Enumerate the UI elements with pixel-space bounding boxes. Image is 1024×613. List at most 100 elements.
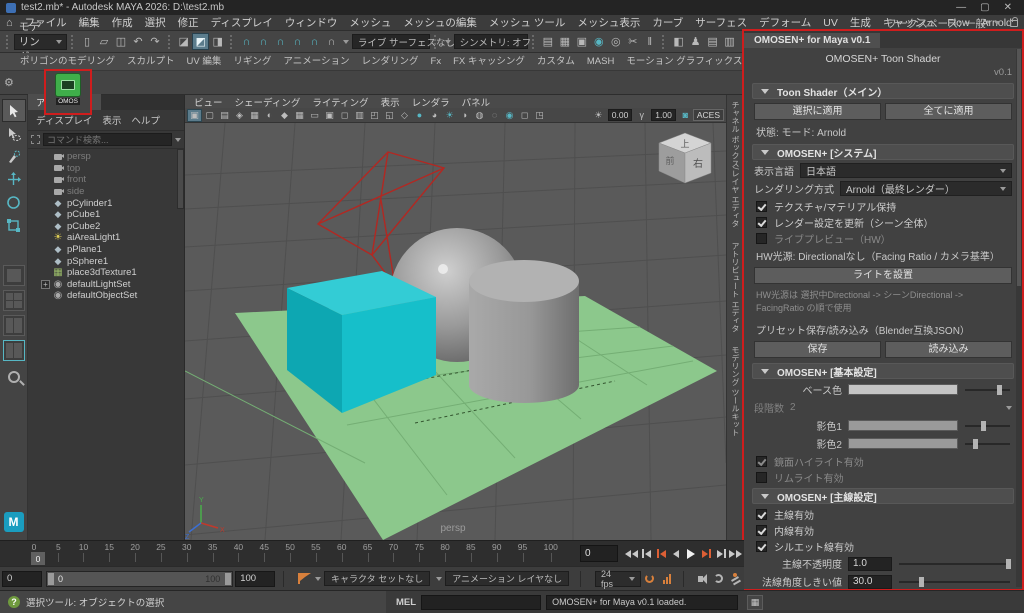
menu-item[interactable]: カーブ	[646, 14, 689, 31]
section-grip[interactable]	[230, 35, 234, 49]
scale-tool[interactable]	[2, 214, 26, 237]
specular-checkbox-row[interactable]: 鏡面ハイライト有効	[756, 455, 1010, 467]
grid-icon[interactable]: ▦	[292, 109, 307, 122]
expand-icon[interactable]: +	[41, 280, 50, 289]
exposure-icon[interactable]: ☀	[591, 109, 606, 122]
current-frame-field[interactable]	[580, 545, 618, 562]
viewport-menu-item[interactable]: 表示	[376, 95, 405, 109]
checkbox-icon[interactable]	[756, 201, 767, 212]
shelf-tab[interactable]: MASH	[581, 54, 620, 70]
view-transform-icon[interactable]: ◙	[678, 109, 693, 122]
chevron-down-icon[interactable]	[445, 40, 451, 44]
viewport-menu-item[interactable]: パネル	[457, 95, 496, 109]
render-settings-update-checkbox-row[interactable]: レンダー設定を更新（シーン全体）	[756, 216, 1010, 228]
render-current-frame-icon[interactable]: ◎	[607, 33, 624, 50]
previous-key-button[interactable]	[654, 544, 668, 563]
chevron-down-icon[interactable]	[436, 577, 442, 581]
shelf-tab[interactable]: アニメーション	[277, 51, 355, 70]
menu-item[interactable]: メッシュの編集	[397, 14, 483, 31]
sidebar-vertical-tab[interactable]: チャネル ボックス/レイヤ エディタ	[730, 101, 741, 228]
colorspace-badge[interactable]: ACES	[693, 109, 724, 121]
ipr-render-icon[interactable]: ◉	[590, 33, 607, 50]
outliner-item[interactable]: + pPlane1	[28, 244, 184, 256]
sync-icon[interactable]	[712, 572, 725, 586]
humanik-icon[interactable]: ♟	[687, 33, 704, 50]
gamma-field[interactable]: 1.00	[651, 109, 676, 121]
outliner-item[interactable]: + side	[28, 186, 184, 198]
menu-item[interactable]: 選択	[139, 14, 172, 31]
symmetry-field[interactable]: シンメトリ: オフ	[454, 34, 528, 49]
apply-to-selected-button[interactable]: 選択に適用	[754, 103, 881, 120]
section-system[interactable]: OMOSEN+ [システム]	[752, 144, 1014, 160]
next-key-button[interactable]	[699, 544, 713, 563]
channel-box-icon[interactable]: ▥	[721, 33, 738, 50]
shelf-tab[interactable]: UV 編集	[181, 51, 228, 70]
play-backwards-button[interactable]	[669, 544, 683, 563]
slider-handle[interactable]	[997, 385, 1002, 395]
two-pane-layout-button[interactable]	[3, 315, 25, 336]
omosen-panel-tab[interactable]: OMOSEN+ for Maya v0.1	[744, 33, 880, 48]
menu-item[interactable]: ウィンドウ	[279, 14, 344, 31]
grease-pencil-icon[interactable]: ◆	[277, 109, 292, 122]
menu-item[interactable]: UV	[817, 16, 844, 30]
outliner-scrollbar[interactable]	[177, 149, 184, 209]
outliner-menu-item[interactable]: ディスプレイ	[32, 112, 96, 128]
menu-item[interactable]: メッシュ	[343, 14, 397, 31]
gate-mask-icon[interactable]: ◻	[337, 109, 352, 122]
checkbox-icon[interactable]	[756, 233, 767, 244]
section-main-line[interactable]: OMOSEN+ [主線設定]	[752, 488, 1014, 504]
step-forward-frame-button[interactable]	[714, 544, 728, 563]
slider-handle[interactable]	[1006, 559, 1011, 569]
bookmark-icon[interactable]: ◈	[232, 109, 247, 122]
character-set-icon[interactable]	[298, 573, 306, 584]
outliner-item[interactable]: + pCube2	[28, 221, 184, 233]
section-grip[interactable]	[662, 35, 666, 49]
render-mode-select[interactable]: Arnold（最終レンダー）	[840, 181, 1012, 196]
make-live-icon[interactable]: ∩	[323, 33, 340, 50]
range-end-field[interactable]	[235, 571, 275, 587]
film-gate-icon[interactable]: ▭	[307, 109, 322, 122]
maximize-button[interactable]: ▢	[980, 2, 989, 13]
outliner-item[interactable]: + persp	[28, 151, 184, 163]
outliner-item[interactable]: + front	[28, 174, 184, 186]
section-grip[interactable]	[532, 35, 536, 49]
gear-icon[interactable]: ⚙	[0, 76, 16, 89]
snap-curve-icon[interactable]: ∩	[255, 33, 272, 50]
hypershade-icon[interactable]: ▦	[556, 33, 573, 50]
single-pane-layout-button[interactable]	[3, 265, 25, 286]
paint-select-tool[interactable]	[2, 145, 26, 168]
shelf-tab[interactable]: カスタム	[531, 51, 581, 70]
section-grip[interactable]	[71, 35, 75, 49]
viewport-select-icon[interactable]: ▣	[187, 109, 202, 122]
redo-icon[interactable]: ↷	[147, 33, 164, 50]
outliner-item[interactable]: + pCylinder1	[28, 197, 184, 209]
outliner-item[interactable]: + pCube1	[28, 209, 184, 221]
four-pane-layout-button[interactable]	[3, 290, 25, 311]
time-slider[interactable]: 0510152025303540455055606570758085909510…	[0, 540, 744, 566]
outliner-item[interactable]: + aiAreaLight1	[28, 232, 184, 244]
outliner-persp-layout-button[interactable]	[3, 340, 25, 361]
menu-item[interactable]: 編集	[73, 14, 106, 31]
slider-handle[interactable]	[973, 439, 978, 449]
shadow2-slider[interactable]	[965, 438, 1012, 450]
mel-command-input[interactable]	[421, 595, 541, 610]
modeling-toolkit-icon[interactable]: ◧	[670, 33, 687, 50]
rotate-tool[interactable]	[2, 191, 26, 214]
section-grip[interactable]	[168, 35, 172, 49]
normal-angle-field[interactable]: 30.0	[848, 575, 892, 589]
section-grip[interactable]	[6, 35, 10, 49]
undo-icon[interactable]: ↶	[130, 33, 147, 50]
range-start-field[interactable]	[2, 571, 42, 587]
menu-item[interactable]: 修正	[172, 14, 205, 31]
anti-aliasing-icon[interactable]: ◉	[502, 109, 517, 122]
checkbox-icon[interactable]	[756, 525, 767, 536]
safe-title-icon[interactable]: ◱	[382, 109, 397, 122]
select-object-icon[interactable]: ◩	[192, 33, 209, 50]
shadows-icon[interactable]: ◑	[457, 109, 472, 122]
range-end-handle[interactable]	[225, 573, 231, 585]
menu-item[interactable]: ディスプレイ	[205, 14, 279, 31]
range-start-handle[interactable]	[48, 573, 54, 585]
preset-save-button[interactable]: 保存	[754, 341, 881, 358]
outliner-menu-item[interactable]: ヘルプ	[127, 112, 164, 128]
shelf-tab[interactable]: レンダリング	[356, 51, 425, 70]
